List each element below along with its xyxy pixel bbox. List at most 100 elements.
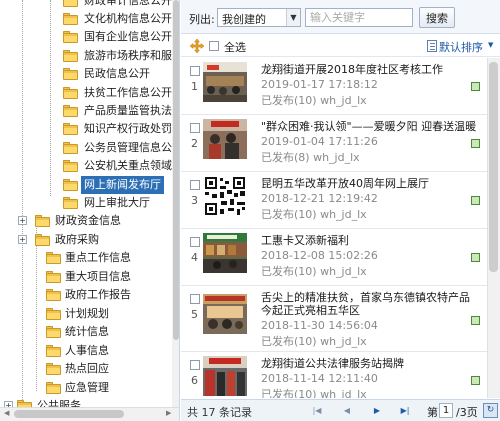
folder-icon (63, 50, 78, 62)
item-thumbnail[interactable] (203, 62, 247, 102)
document-icon[interactable] (471, 253, 480, 262)
document-icon[interactable] (471, 139, 480, 148)
folder-icon (63, 13, 78, 25)
last-page-icon[interactable]: ▶| (395, 403, 415, 418)
next-page-icon[interactable]: ▶ (367, 403, 387, 418)
item-title[interactable]: 舌尖上的精准扶贫，首家乌东德镇农特产品今起正式亮相五华区 (261, 291, 471, 317)
folder-icon (46, 382, 61, 394)
tree-node-label: 网上新闻发布厅 (81, 176, 164, 194)
select-all-checkbox[interactable] (209, 41, 219, 51)
folder-icon (63, 123, 78, 135)
article-list: 1 龙翔街道开展2018年度社区考核工作 2019-01-17 17:18:12… (181, 58, 487, 398)
item-title[interactable]: 工惠卡又添新福利 (261, 234, 471, 247)
folder-icon (63, 105, 78, 117)
qr-code-icon[interactable] (203, 176, 247, 216)
document-icon[interactable] (471, 196, 480, 205)
item-thumbnail[interactable] (203, 294, 247, 334)
list-item[interactable]: 6 龙翔街道公共法律服务站揭牌 2018-11-14 12:11:40 已发布(… (181, 352, 487, 398)
tree-node-label: 民政信息公开 (84, 67, 150, 80)
first-page-icon[interactable]: |◀ (307, 403, 327, 418)
item-index: 3 (191, 194, 198, 207)
tree-vertical-scroll-thumb[interactable] (173, 0, 179, 340)
scroll-left-icon[interactable]: ◀ (4, 409, 9, 417)
item-status: 已发布(10) wh_jd_lx (261, 265, 367, 278)
list-vertical-scroll-thumb[interactable] (489, 62, 498, 272)
page-number-input[interactable]: 1 (439, 403, 453, 418)
tree-node-label: 政府采购 (55, 233, 99, 246)
tree-guide-line (22, 0, 23, 404)
folder-icon (46, 271, 61, 283)
sort-dropdown[interactable]: 默认排序 (439, 39, 483, 55)
folder-icon (63, 0, 78, 7)
document-icon[interactable] (471, 82, 480, 91)
item-title[interactable]: "群众困难·我认领"——爱暖夕阳 迎春送温暖 (261, 120, 476, 133)
tree-node-label: 扶贫工作信息公开 (84, 86, 172, 99)
expand-icon[interactable]: + (18, 216, 27, 225)
folder-icon (63, 87, 78, 99)
tree-node-label: 热点回应 (65, 362, 109, 375)
pagination-bar: 共 17 条记录 |◀ ◀ ▶ ▶| 第 1 /3页 ↻ (181, 399, 500, 421)
item-date: 2018-11-14 12:11:40 (261, 372, 378, 385)
item-checkbox[interactable] (190, 237, 200, 247)
chevron-down-icon[interactable]: ▼ (286, 9, 300, 26)
sort-icon[interactable] (427, 40, 437, 52)
caret-down-icon[interactable]: ▼ (488, 41, 493, 49)
refresh-icon[interactable]: ↻ (483, 403, 498, 418)
tree-node-label: 应急管理 (65, 381, 109, 394)
move-icon[interactable] (190, 39, 204, 53)
expand-icon[interactable]: + (18, 235, 27, 244)
item-index: 5 (191, 308, 198, 321)
item-thumbnail[interactable] (203, 356, 247, 396)
item-date: 2018-12-21 12:19:42 (261, 192, 378, 205)
item-date: 2018-12-08 15:02:26 (261, 249, 378, 262)
list-item[interactable]: 2 "群众困难·我认领"——爱暖夕阳 迎春送温暖 2019-01-04 17:1… (181, 115, 487, 172)
folder-icon (46, 308, 61, 320)
tree-node-label: 重点工作信息 (65, 251, 131, 264)
page-label: 第 (427, 406, 438, 419)
item-title[interactable]: 龙翔街道公共法律服务站揭牌 (261, 357, 471, 370)
search-button[interactable]: 搜索 (419, 7, 455, 28)
filter-label: 列出: (189, 13, 215, 26)
item-date: 2019-01-17 17:18:12 (261, 78, 378, 91)
tree-node-label: 国有企业信息公开 (84, 30, 172, 43)
tree-node-label: 文化机构信息公开 (84, 12, 172, 25)
list-item[interactable]: 1 龙翔街道开展2018年度社区考核工作 2019-01-17 17:18:12… (181, 58, 487, 115)
tree-node-label: 财政资金信息 (55, 214, 121, 227)
item-index: 2 (191, 137, 198, 150)
filter-select[interactable]: 我创建的 ▼ (217, 8, 301, 27)
folder-icon (35, 234, 50, 246)
item-checkbox[interactable] (190, 123, 200, 133)
tree-node-label: 公安机关重点领域信 (84, 159, 180, 172)
item-status: 已发布(8) wh_jd_lx (261, 151, 360, 164)
list-item[interactable]: 4 工惠卡又添新福利 2018-12-08 15:02:26 已发布(10) w… (181, 229, 487, 286)
tree-guide-line (50, 0, 51, 196)
item-title[interactable]: 昆明五华改革开放40周年网上展厅 (261, 177, 471, 190)
search-input[interactable] (305, 8, 413, 27)
list-item[interactable]: 3 昆明五华改革开放40周年网上展厅 2018-12-21 12:19:42 已… (181, 172, 487, 229)
item-checkbox[interactable] (190, 180, 200, 190)
tree-guide-line (36, 225, 37, 391)
select-all-label: 全选 (224, 41, 246, 54)
item-checkbox[interactable] (190, 294, 200, 304)
item-checkbox[interactable] (190, 360, 200, 370)
tree-horizontal-scroll-thumb[interactable] (14, 410, 124, 418)
folder-icon (63, 31, 78, 43)
content-panel: 列出: 我创建的 ▼ 搜索 全选 默认排序 ▼ 1 (181, 0, 500, 421)
item-title[interactable]: 龙翔街道开展2018年度社区考核工作 (261, 63, 471, 76)
document-icon[interactable] (471, 316, 480, 325)
prev-page-icon[interactable]: ◀ (337, 403, 357, 418)
category-tree: 财政审计信息公开 文化机构信息公开 国有企业信息公开 旅游市场秩序和服务 民政信… (0, 0, 180, 421)
item-checkbox[interactable] (190, 66, 200, 76)
item-date: 2018-11-30 14:56:04 (261, 319, 378, 332)
tree-node-label: 统计信息 (65, 325, 109, 338)
folder-icon (46, 363, 61, 375)
tree-node-label: 政府工作报告 (65, 288, 131, 301)
scroll-right-icon[interactable]: ▶ (166, 409, 171, 417)
folder-icon (63, 160, 78, 172)
document-icon[interactable] (471, 376, 480, 385)
total-records: 共 17 条记录 (187, 406, 252, 419)
folder-icon (63, 197, 78, 209)
item-thumbnail[interactable] (203, 119, 247, 159)
list-item[interactable]: 5 舌尖上的精准扶贫，首家乌东德镇农特产品今起正式亮相五华区 2018-11-3… (181, 286, 487, 352)
item-thumbnail[interactable] (203, 233, 247, 273)
